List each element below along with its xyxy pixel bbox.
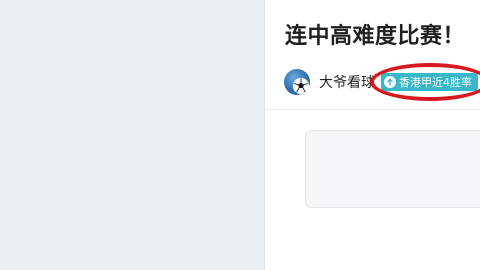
- author-name[interactable]: 大爷看球: [319, 72, 375, 92]
- embedded-card[interactable]: [305, 130, 480, 208]
- hot-tag-label: 香港甲近4胜率: [399, 76, 472, 89]
- page: 连中高难度比赛！ 大爷看球 香港甲近4胜率: [0, 0, 480, 270]
- left-blank-panel: [0, 0, 264, 270]
- hot-tag[interactable]: 香港甲近4胜率: [381, 73, 478, 91]
- author-avatar[interactable]: [284, 69, 310, 95]
- soccer-ball-icon: [292, 77, 310, 95]
- author-row: 大爷看球 香港甲近4胜率: [284, 68, 478, 96]
- arrow-up-circle-icon: [384, 76, 396, 88]
- article-title: 连中高难度比赛！: [285, 24, 466, 49]
- horizontal-divider: [265, 109, 480, 110]
- article-content: 连中高难度比赛！ 大爷看球 香港甲近4胜率: [265, 0, 480, 270]
